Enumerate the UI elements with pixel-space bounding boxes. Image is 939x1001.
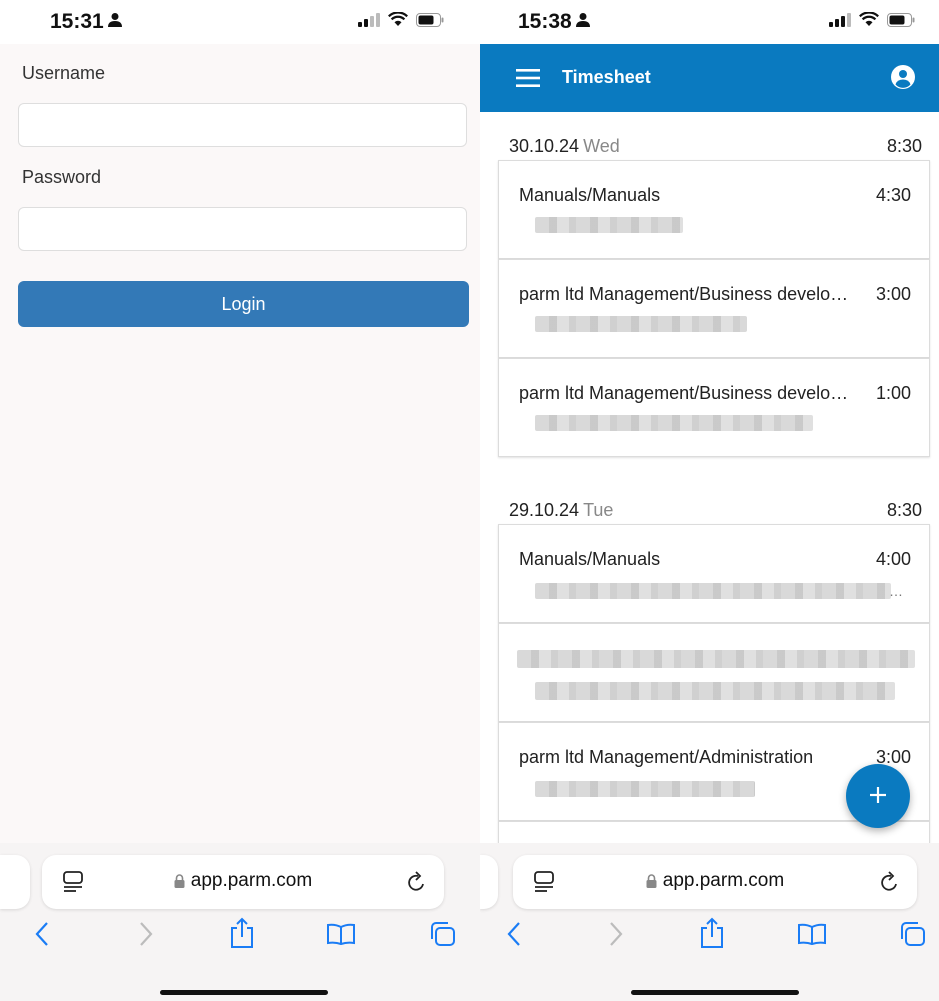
previous-tab-edge[interactable] — [0, 855, 30, 909]
reload-icon[interactable] — [406, 870, 428, 899]
reload-icon[interactable] — [879, 870, 901, 899]
person-icon — [575, 10, 590, 34]
app-title: Timesheet — [562, 67, 651, 87]
lock-icon — [646, 872, 657, 894]
entry-title: parm ltd Management/Business develo… — [519, 284, 849, 304]
day-header: 29.10.24 Tue 8:30 — [509, 500, 922, 521]
username-label: Username — [22, 63, 106, 83]
browser-chrome: app.parm.com — [480, 843, 939, 1001]
day-total-hours: 8:30 — [886, 136, 922, 156]
timesheet-screen: 15:38 Timesheet 30.10.24 Wed 8:30 Manuals… — [480, 0, 939, 1001]
timesheet-entry[interactable]: parm ltd Management/Business develo… 1:0… — [498, 358, 930, 457]
url-display[interactable]: app.parm.com — [513, 870, 917, 894]
entry-title: parm ltd Management/Administration — [519, 747, 814, 767]
entry-description-blurred — [535, 217, 683, 233]
status-icons — [829, 11, 915, 32]
previous-tab-edge[interactable] — [480, 855, 498, 909]
truncation-ellipsis: … — [889, 583, 903, 599]
timesheet-entry[interactable]: parm ltd Management/Business develo… 3:0… — [498, 259, 930, 358]
back-icon[interactable] — [506, 921, 522, 952]
forward-icon[interactable] — [138, 921, 154, 952]
forward-icon[interactable] — [608, 921, 624, 952]
entry-title-blurred — [517, 650, 915, 668]
status-time: 15:31 — [50, 10, 122, 34]
day-date: 29.10.24 — [509, 500, 580, 520]
url-display[interactable]: app.parm.com — [42, 870, 444, 894]
plus-icon — [868, 785, 888, 808]
status-icons — [358, 11, 444, 32]
home-indicator[interactable] — [631, 990, 799, 995]
browser-chrome: app.parm.com — [0, 843, 480, 1001]
browser-toolbar — [0, 917, 480, 961]
password-label: Password — [22, 167, 102, 187]
entry-title: Manuals/Manuals — [519, 549, 661, 569]
day-total-hours: 8:30 — [886, 500, 922, 520]
status-bar: 15:38 — [480, 0, 939, 44]
add-entry-button[interactable] — [846, 764, 910, 828]
tabs-icon[interactable] — [429, 921, 457, 952]
back-icon[interactable] — [34, 921, 50, 952]
login-screen: 15:31 Username Password Login app.parm.c… — [0, 0, 480, 1001]
entry-title: Manuals/Manuals — [519, 185, 661, 205]
signal-icon — [358, 12, 380, 32]
status-time: 15:38 — [518, 10, 590, 34]
browser-toolbar — [480, 917, 939, 961]
person-icon — [107, 10, 122, 34]
status-bar: 15:31 — [0, 0, 480, 44]
entry-description-blurred — [535, 682, 895, 700]
wifi-icon — [388, 11, 408, 32]
entry-hours: 1:00 — [875, 383, 911, 403]
bookmarks-icon[interactable] — [797, 923, 827, 950]
entry-title: parm ltd Management/Business develo… — [519, 383, 849, 403]
app-bar: Timesheet — [480, 44, 939, 112]
login-button[interactable]: Login — [18, 281, 469, 327]
entry-description-blurred — [535, 583, 891, 599]
battery-icon — [416, 12, 444, 32]
share-icon[interactable] — [699, 917, 725, 954]
signal-icon — [829, 12, 851, 32]
entry-hours: 3:00 — [875, 284, 911, 304]
tabs-icon[interactable] — [899, 921, 927, 952]
entry-description-blurred — [535, 415, 813, 431]
day-date: 30.10.24 — [509, 136, 580, 156]
entry-hours: 4:30 — [875, 185, 911, 205]
battery-icon — [887, 12, 915, 32]
account-circle-icon[interactable] — [891, 65, 915, 94]
password-input[interactable] — [18, 207, 467, 251]
menu-icon[interactable] — [516, 69, 540, 92]
timesheet-entry[interactable]: Manuals/Manuals 4:30 — [498, 160, 930, 259]
address-bar[interactable]: app.parm.com — [42, 855, 444, 909]
share-icon[interactable] — [229, 917, 255, 954]
address-bar[interactable]: app.parm.com — [513, 855, 917, 909]
username-input[interactable] — [18, 103, 467, 147]
day-weekday: Tue — [583, 500, 614, 520]
timesheet-entry[interactable]: Manuals/Manuals 4:00 … — [498, 524, 930, 623]
entry-hours: 4:00 — [875, 549, 911, 569]
entry-description-blurred — [535, 316, 747, 332]
lock-icon — [174, 872, 185, 894]
day-weekday: Wed — [583, 136, 620, 156]
home-indicator[interactable] — [160, 990, 328, 995]
bookmarks-icon[interactable] — [326, 923, 356, 950]
wifi-icon — [859, 11, 879, 32]
day-header: 30.10.24 Wed 8:30 — [509, 136, 922, 157]
timesheet-entry[interactable] — [498, 623, 930, 722]
entry-description-blurred — [535, 781, 755, 797]
